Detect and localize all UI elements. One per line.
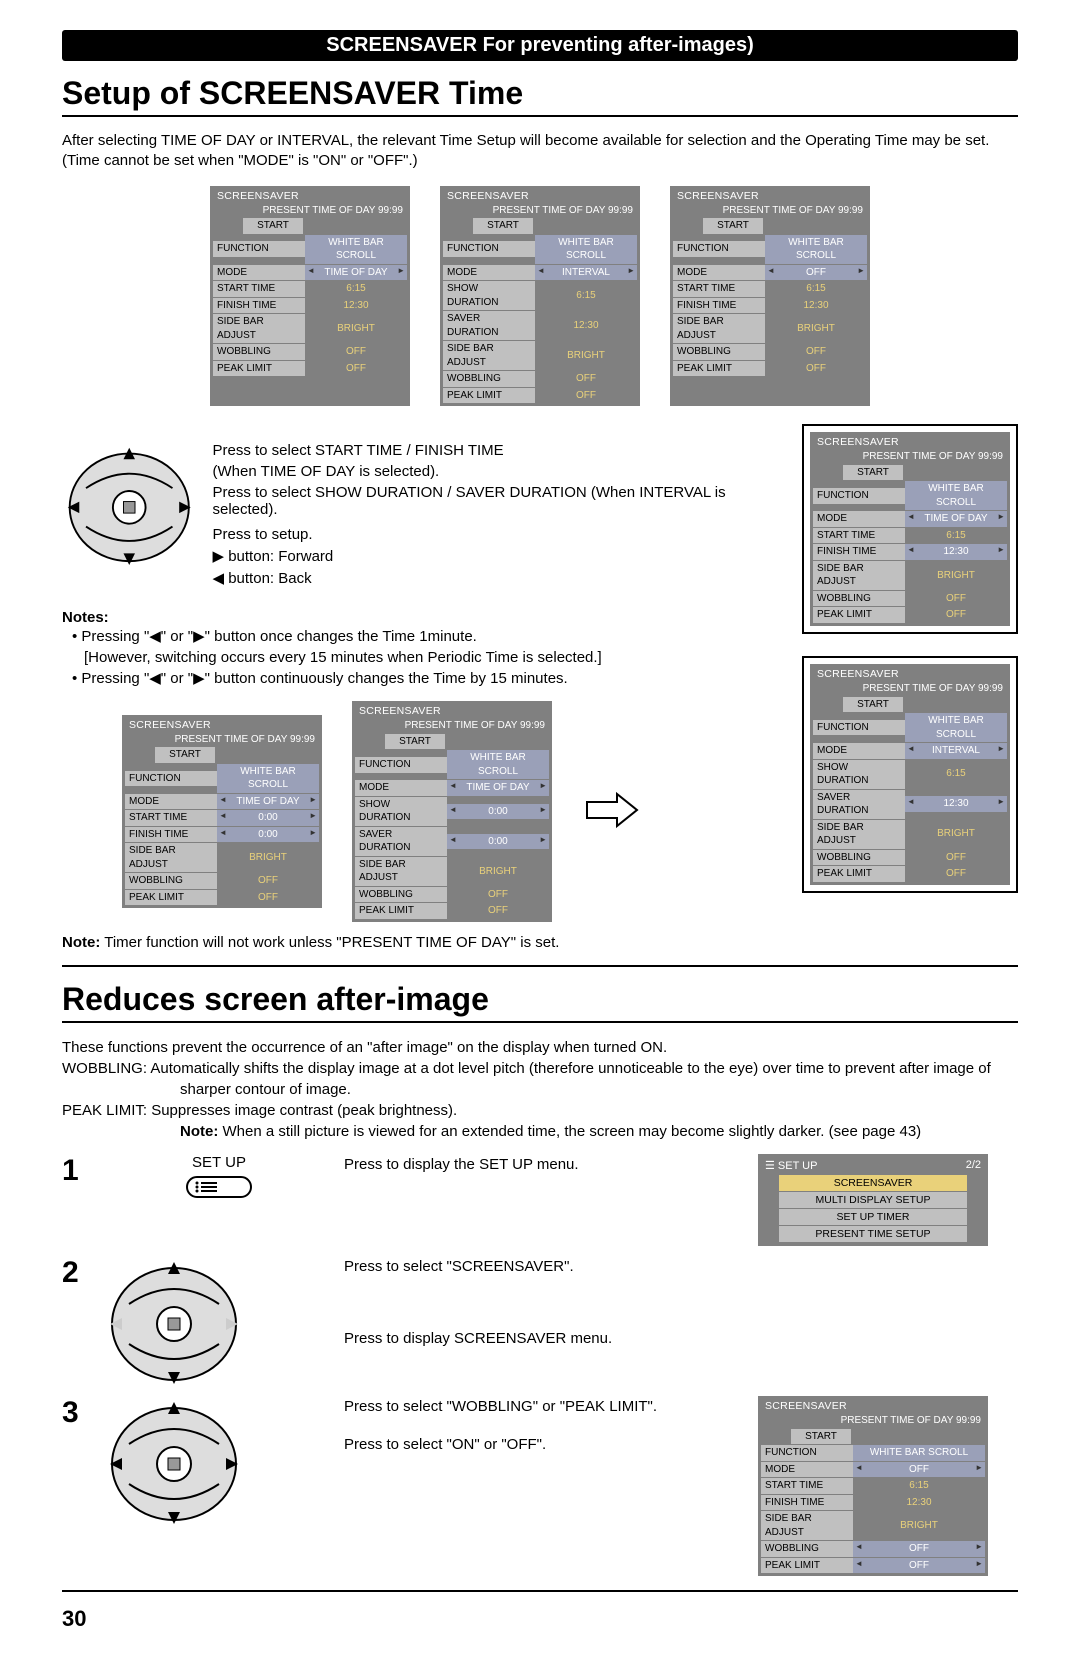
osd-menu: SCREENSAVER PRESENT TIME OF DAY 99:99 ST… — [758, 1396, 988, 1576]
section-b-title: Reduces screen after-image — [62, 981, 1018, 1023]
peak-desc: PEAK LIMIT: Suppresses image contrast (p… — [62, 1100, 1018, 1121]
step-1-visual: SET UP — [104, 1154, 334, 1201]
page-header: SCREENSAVER For preventing after-images) — [62, 30, 1018, 61]
peak-note: Note: When a still picture is viewed for… — [62, 1121, 1018, 1142]
step-2-text: Press to select "SCREENSAVER". Press to … — [344, 1256, 748, 1351]
dpad-instructions: Press to select START TIME / FINISH TIME… — [213, 442, 773, 591]
setup-menu-item: SCREENSAVER — [779, 1175, 967, 1191]
step-3-dpad — [104, 1396, 334, 1526]
note-1b: [However, switching occurs every 15 minu… — [72, 647, 772, 668]
page-number: 30 — [62, 1606, 1018, 1632]
note-2: • Pressing "◀" or "▶" button continuousl… — [72, 668, 772, 689]
timer-note: Note: Note: Timer function will not work… — [62, 934, 1018, 951]
setup-menu-item: PRESENT TIME SETUP — [779, 1226, 967, 1242]
setup-menu-panel: ☰ SET UP2/2 SCREENSAVERMULTI DISPLAY SET… — [758, 1154, 1018, 1246]
notes-head: Notes: — [62, 609, 772, 626]
wobbling-desc: WOBBLING: Automatically shifts the displ… — [62, 1058, 1018, 1100]
section-b-intro: These functions prevent the occurrence o… — [62, 1037, 1018, 1058]
arrow-icon — [582, 790, 642, 834]
step-1-text: Press to display the SET UP menu. — [344, 1154, 748, 1177]
step-2-dpad — [104, 1256, 334, 1386]
osd-menu: SCREENSAVER PRESENT TIME OF DAY 99:99 ST… — [440, 186, 640, 407]
osd-menu: SCREENSAVER PRESENT TIME OF DAY 99:99 ST… — [210, 186, 410, 407]
setup-menu-item: SET UP TIMER — [779, 1209, 967, 1225]
osd-menu: SCREENSAVER PRESENT TIME OF DAY 99:99 ST… — [810, 664, 1010, 885]
section-a-title: Setup of SCREENSAVER Time — [62, 75, 1018, 117]
setup-menu-item: MULTI DISPLAY SETUP — [779, 1192, 967, 1208]
step-3-menu: SCREENSAVER PRESENT TIME OF DAY 99:99 ST… — [758, 1396, 1018, 1576]
dpad-icon — [62, 442, 197, 572]
osd-menu: SCREENSAVER PRESENT TIME OF DAY 99:99 ST… — [670, 186, 870, 407]
osd-menu: SCREENSAVER PRESENT TIME OF DAY 99:99 ST… — [122, 715, 322, 909]
osd-menu: SCREENSAVER PRESENT TIME OF DAY 99:99 ST… — [352, 701, 552, 922]
step-3-num: 3 — [62, 1396, 94, 1430]
step-1-num: 1 — [62, 1154, 94, 1188]
step-3-text: Press to select "WOBBLING" or "PEAK LIMI… — [344, 1396, 748, 1457]
note-1: • Pressing "◀" or "▶" button once change… — [72, 626, 772, 647]
section-a-intro: After selecting TIME OF DAY or INTERVAL,… — [62, 131, 1018, 172]
step-2-num: 2 — [62, 1256, 94, 1290]
osd-menu: SCREENSAVER PRESENT TIME OF DAY 99:99 ST… — [810, 432, 1010, 626]
